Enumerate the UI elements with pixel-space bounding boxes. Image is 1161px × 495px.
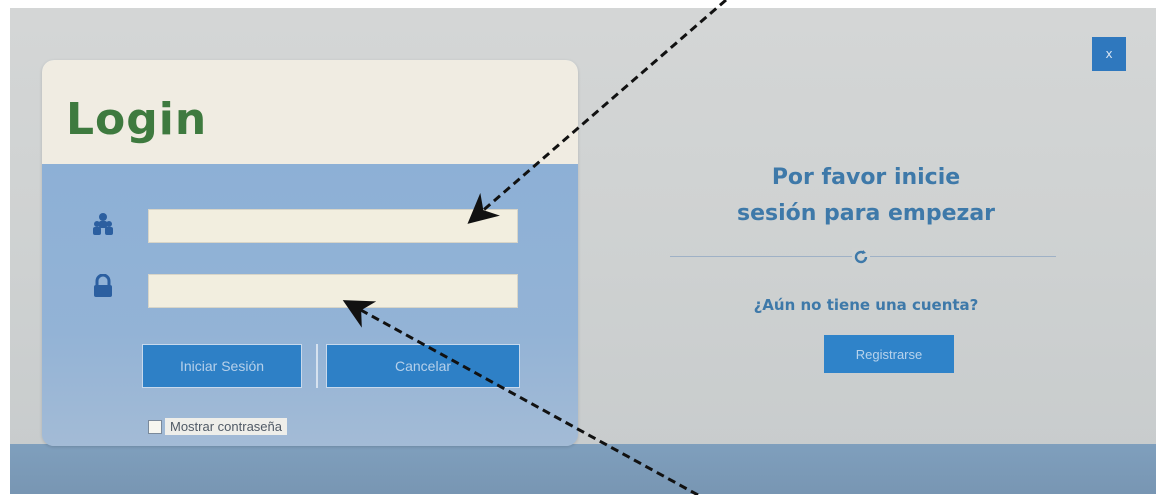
arrow-to-password [342, 300, 699, 495]
arrow-to-username [467, 0, 727, 224]
annotation-arrows [342, 0, 727, 495]
